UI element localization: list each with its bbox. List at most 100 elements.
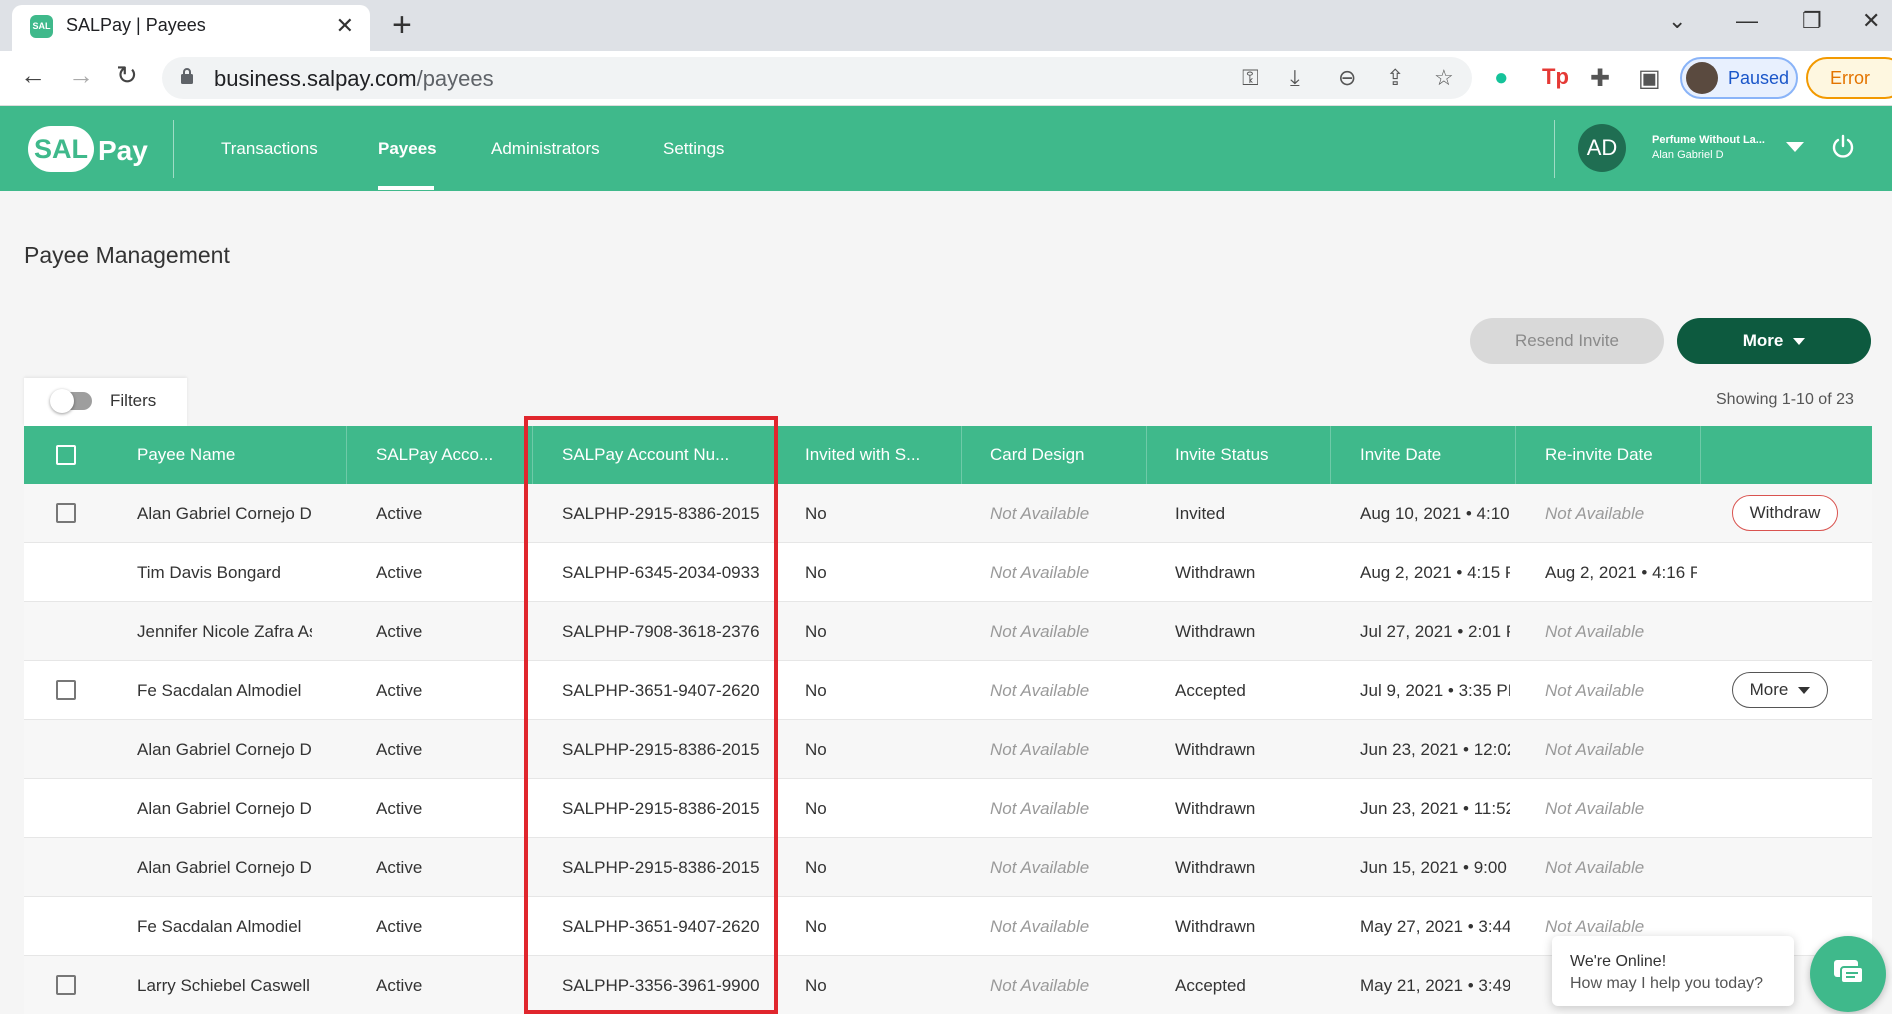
reload-icon[interactable]: ↻ (116, 60, 138, 91)
cell-invite-date: May 21, 2021 • 3:49 (1360, 976, 1510, 995)
filters-toggle[interactable]: Filters (24, 378, 187, 426)
col-invited-with[interactable]: Invited with S... (805, 445, 965, 465)
chat-greeting-bubble[interactable]: We're Online! How may I help you today? (1552, 936, 1794, 1006)
profile-status: Paused (1728, 68, 1790, 88)
cell-reinvite-date: Not Available (1545, 917, 1645, 936)
nav-payees[interactable]: Payees (378, 139, 437, 159)
extensions-puzzle-icon[interactable]: ✚ (1590, 64, 1610, 93)
cell-reinvite-date: Not Available (1545, 622, 1645, 641)
back-arrow-icon[interactable]: ← (20, 60, 46, 91)
row-checkbox[interactable] (56, 680, 76, 700)
power-logout-icon[interactable] (1830, 134, 1856, 160)
cell-invite-date: Aug 10, 2021 • 4:10 P (1360, 504, 1510, 523)
bookmark-star-icon[interactable]: ☆ (1434, 65, 1454, 91)
col-invite-date[interactable]: Invite Date (1360, 445, 1520, 465)
error-button[interactable]: Error (1806, 57, 1892, 99)
cell-card-design: Not Available (990, 622, 1090, 641)
tab-close-icon[interactable]: ✕ (336, 13, 354, 39)
cell-invite-status: Accepted (1175, 681, 1246, 700)
cell-payee-name: Larry Schiebel Caswell (137, 976, 310, 995)
row-more-label: More (1749, 680, 1789, 699)
address-bar[interactable]: business.salpay.com/payees ⚿ ⤓ ⊖ ⇪ ☆ (162, 57, 1472, 99)
select-all-checkbox[interactable] (56, 445, 76, 465)
cell-account-status: Active (376, 622, 423, 641)
filters-switch[interactable] (50, 389, 92, 413)
account-name[interactable]: Perfume Without La... (1652, 134, 1765, 146)
row-checkbox[interactable] (56, 503, 76, 523)
nav-administrators[interactable]: Administrators (491, 139, 600, 159)
tab-search-chevron-icon[interactable]: ⌄ (1668, 8, 1686, 34)
cell-account-status: Active (376, 504, 423, 523)
key-icon[interactable]: ⚿ (1242, 65, 1259, 91)
cell-card-design: Not Available (990, 563, 1090, 582)
tab-title: SALPay | Payees (66, 15, 206, 35)
side-panel-icon[interactable]: ▣ (1638, 64, 1661, 93)
account-number-highlight-box (524, 416, 778, 1014)
account-avatar[interactable]: AD (1578, 124, 1626, 172)
new-tab-icon[interactable]: + (392, 6, 412, 45)
col-account-status[interactable]: SALPay Acco... (376, 445, 526, 465)
account-dropdown-icon[interactable] (1786, 142, 1804, 152)
share-icon[interactable]: ⇪ (1386, 65, 1404, 91)
cell-card-design: Not Available (990, 740, 1090, 759)
header-divider-right (1554, 120, 1555, 178)
restore-icon[interactable]: ❐ (1802, 8, 1822, 34)
forward-arrow-icon[interactable]: → (68, 60, 94, 91)
table-row[interactable]: Alan Gabriel Cornejo DiazActiveSALPHP-29… (24, 720, 1872, 779)
table-row[interactable]: Alan Gabriel Cornejo DiazActiveSALPHP-29… (24, 484, 1872, 543)
table-row[interactable]: Alan Gabriel Cornejo DiazActiveSALPHP-29… (24, 838, 1872, 897)
nav-settings[interactable]: Settings (663, 139, 724, 159)
cell-invited-with: No (805, 622, 827, 641)
payees-table: Payee Name SALPay Acco... SALPay Account… (24, 426, 1872, 1014)
col-separator (961, 426, 962, 484)
app-header: SAL Pay Transactions Payees Administrato… (0, 106, 1892, 191)
browser-tab[interactable]: SAL SALPay | Payees ✕ (12, 5, 370, 51)
cell-invite-status: Withdrawn (1175, 622, 1256, 641)
cell-account-status: Active (376, 563, 423, 582)
withdraw-button[interactable]: Withdraw (1732, 495, 1838, 531)
col-card-design[interactable]: Card Design (990, 445, 1150, 465)
table-row[interactable]: Tim Davis Bongard Active SALPHP-6345-2034-… (24, 543, 1872, 602)
cell-payee-name: Alan Gabriel Cornejo Diaz (137, 504, 312, 523)
zoom-out-icon[interactable]: ⊖ (1338, 65, 1356, 91)
profile-button[interactable]: Paused (1680, 57, 1798, 99)
col-reinvite-date[interactable]: Re-invite Date (1545, 445, 1705, 465)
col-payee-name[interactable]: Payee Name (137, 445, 287, 465)
caret-down-icon (1793, 338, 1806, 346)
nav-transactions[interactable]: Transactions (221, 139, 318, 159)
col-separator (1330, 426, 1331, 484)
cell-account-status: Active (376, 740, 423, 759)
cell-card-design: Not Available (990, 681, 1090, 700)
account-user[interactable]: Alan Gabriel D (1652, 149, 1724, 161)
col-separator (1146, 426, 1147, 484)
grammarly-extension-icon[interactable]: ● (1494, 64, 1509, 92)
row-more-button[interactable]: More (1732, 672, 1828, 708)
caret-down-icon (1798, 687, 1811, 695)
table-row[interactable]: Fe Sacdalan Almodiel Active SALPHP-3651-94… (24, 661, 1872, 720)
row-checkbox[interactable] (56, 975, 76, 995)
col-invite-status[interactable]: Invite Status (1175, 445, 1335, 465)
minimize-icon[interactable]: — (1736, 8, 1758, 34)
table-row[interactable]: Jennifer Nicole Zafra Asia Active SALPHP-7… (24, 602, 1872, 661)
cell-card-design: Not Available (990, 858, 1090, 877)
more-actions-button[interactable]: More (1677, 318, 1871, 364)
cell-invite-date: Jun 15, 2021 • 9:00 A (1360, 858, 1510, 877)
table-row[interactable]: Alan Gabriel Cornejo DiazActiveSALPHP-29… (24, 779, 1872, 838)
cell-invited-with: No (805, 917, 827, 936)
install-app-icon[interactable]: ⤓ (1290, 65, 1300, 91)
cell-invited-with: No (805, 976, 827, 995)
cell-invite-status: Withdrawn (1175, 917, 1256, 936)
table-header: Payee Name SALPay Acco... SALPay Account… (24, 426, 1872, 484)
cell-account-status: Active (376, 917, 423, 936)
cell-account-status: Active (376, 681, 423, 700)
cell-invited-with: No (805, 799, 827, 818)
cell-invited-with: No (805, 740, 827, 759)
salpay-logo[interactable]: SAL Pay (28, 126, 148, 172)
window-close-icon[interactable]: ✕ (1862, 8, 1880, 34)
tp-extension-icon[interactable]: Tp (1542, 64, 1569, 90)
cell-payee-name: Alan Gabriel Cornejo Diaz (137, 858, 312, 877)
chat-launcher-button[interactable] (1810, 936, 1886, 1012)
url-host: business.salpay.com (214, 66, 417, 91)
cell-reinvite-date: Not Available (1545, 799, 1645, 818)
resend-invite-button[interactable]: Resend Invite (1470, 318, 1664, 364)
